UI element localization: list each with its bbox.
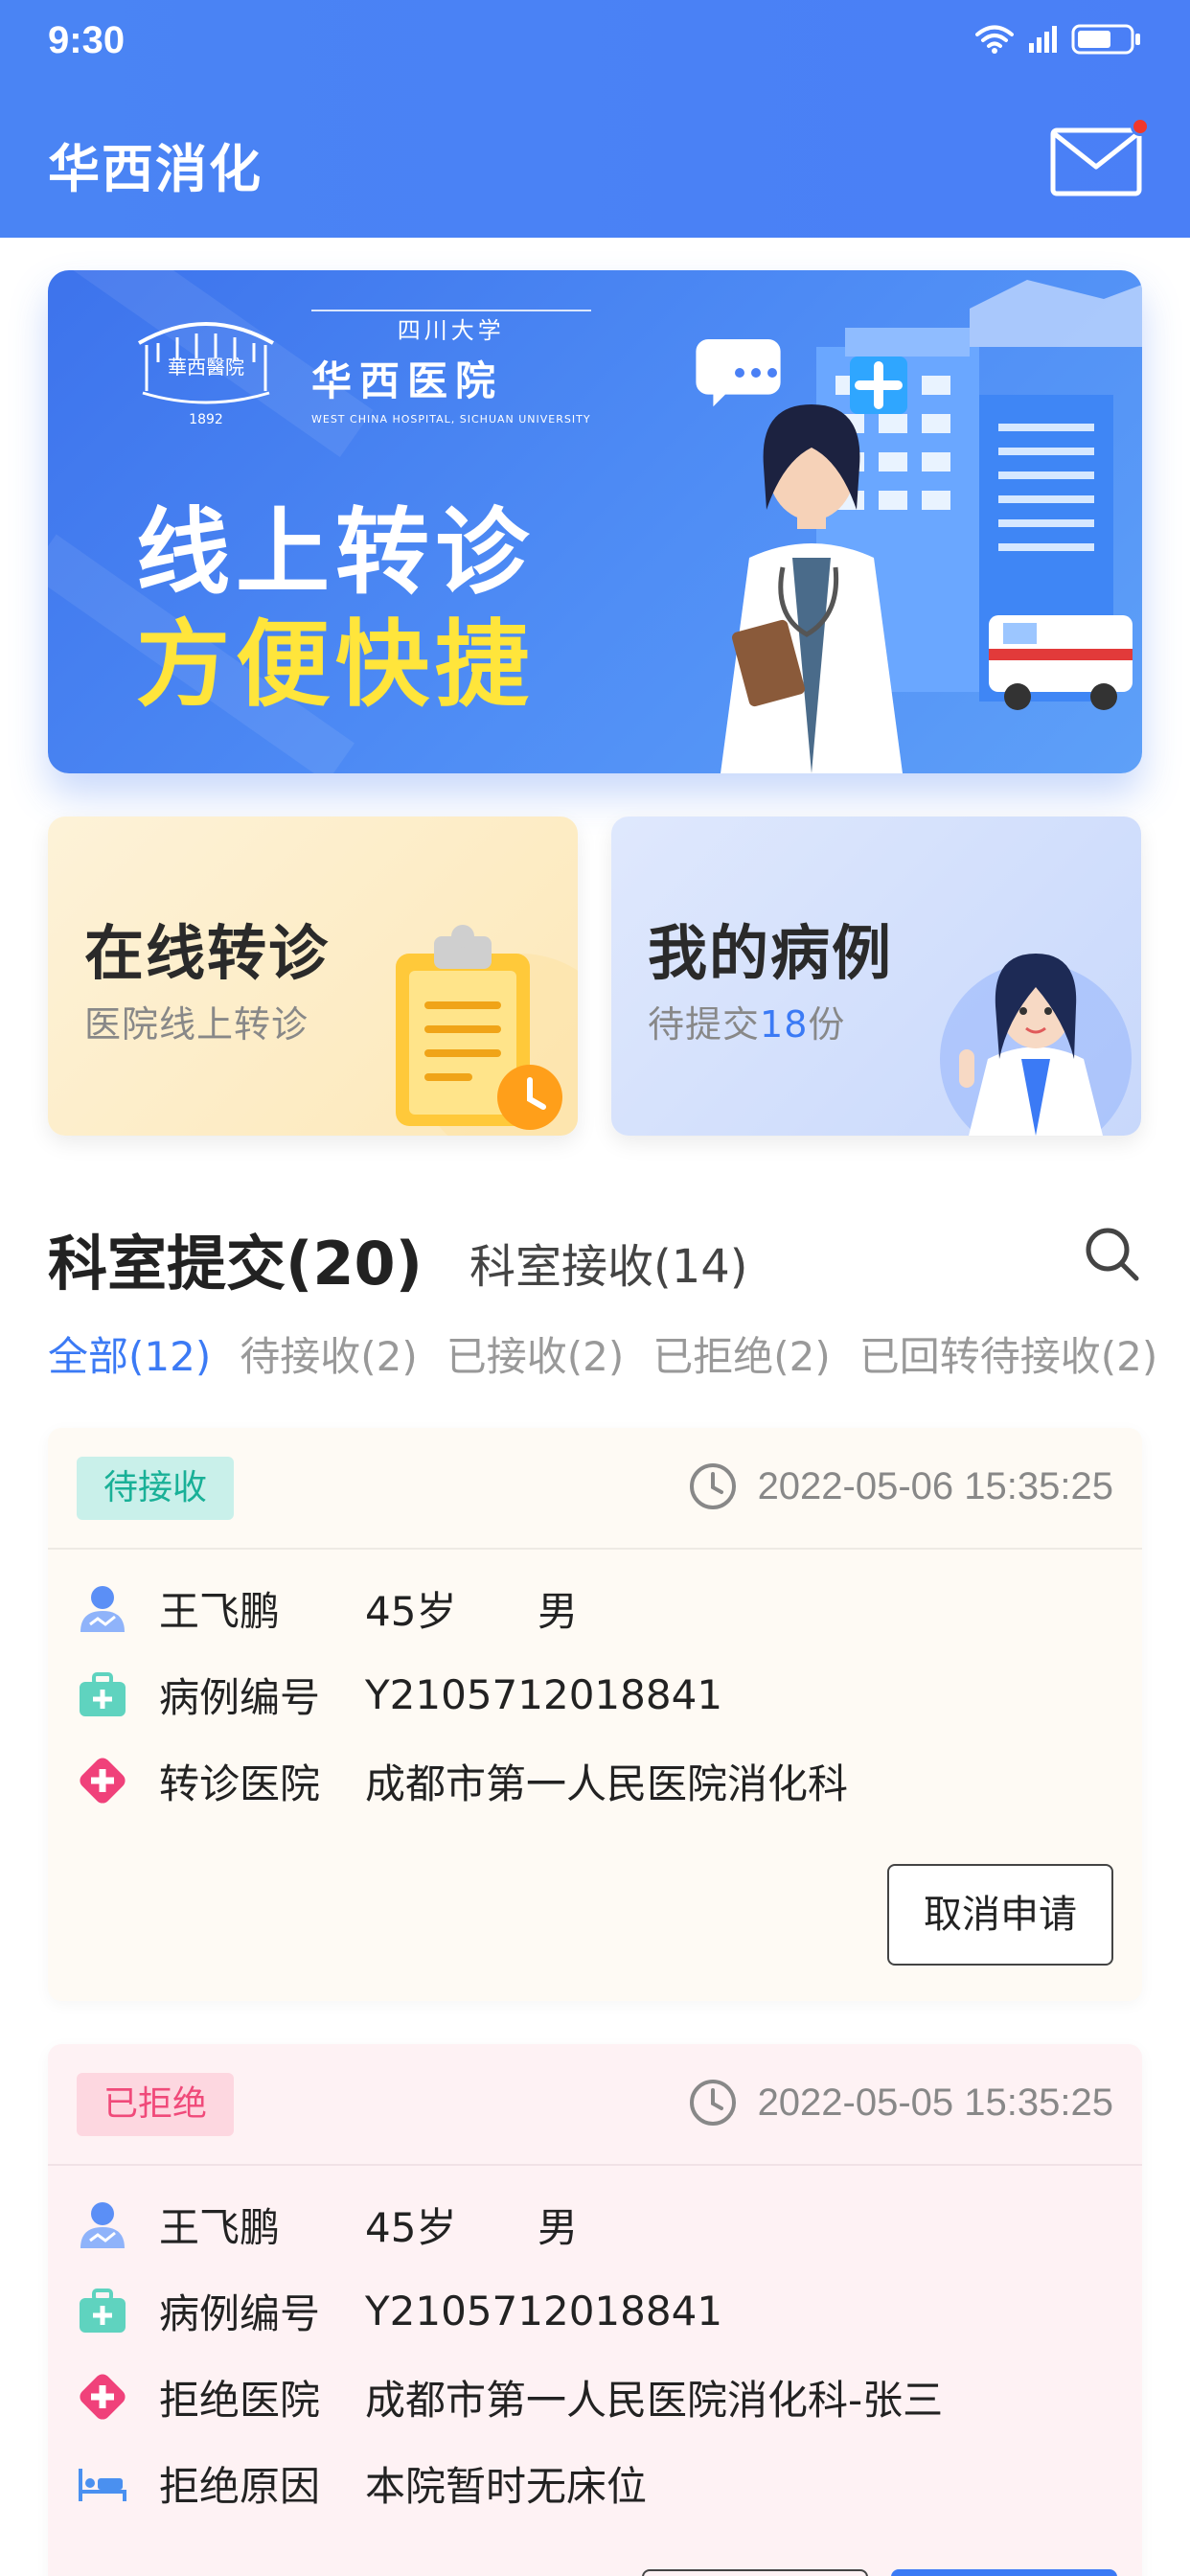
primary-action-button-partial[interactable] — [891, 2569, 1117, 2576]
rejecting-hospital-value: 成都市第一人民医院消化科-张三 — [365, 2376, 944, 2424]
app-header: 9:30 华西消化 — [0, 0, 1190, 238]
my-cases-card[interactable]: 我的病例 待提交18份 — [611, 816, 1141, 1136]
hospital-cross-icon — [80, 2374, 126, 2420]
rejection-reason-row: 拒绝原因 本院暂时无床位 — [77, 2454, 647, 2512]
my-cases-suffix: 份 — [808, 1003, 846, 1046]
referral-record[interactable]: 已拒绝 2022-05-05 15:35:25 王飞鹏 45岁 男 病例编号 Y… — [48, 2044, 1142, 2576]
svg-text:1892: 1892 — [189, 412, 223, 427]
rejection-reason-value: 本院暂时无床位 — [365, 2462, 648, 2510]
case-number-row: 病例编号 Y2105712018841 — [77, 2282, 722, 2339]
my-cases-subtitle: 待提交18份 — [648, 995, 845, 1047]
signal-icon — [1029, 26, 1057, 53]
patient-row: 王飞鹏 45岁 男 — [77, 2196, 578, 2253]
rejection-reason-label: 拒绝原因 — [159, 2462, 321, 2510]
referral-record[interactable]: 待接收 2022-05-06 15:35:25 王飞鹏 45岁 男 病例编号 Y… — [48, 1428, 1142, 2001]
case-number-value: Y2105712018841 — [365, 1670, 723, 1718]
case-number-label: 病例编号 — [159, 1673, 321, 1721]
filter-pending[interactable]: 待接收(2) — [240, 1324, 418, 1383]
user-icon — [80, 2202, 125, 2248]
record-time-text: 2022-05-05 15:35:25 — [757, 2081, 1113, 2124]
status-filters: 全部(12) 待接收(2) 已接收(2) 已拒绝(2) 已回转待接收(2) — [48, 1324, 1157, 1383]
patient-age: 45岁 — [365, 2203, 457, 2251]
banner-tagline: 方便快捷 — [136, 610, 536, 720]
promo-banner[interactable]: 華西醫院 1892 四川大学 华西医院 WEST CHINA HOSPITAL,… — [48, 270, 1142, 773]
user-icon — [80, 1586, 125, 1632]
unread-dot — [1131, 117, 1150, 136]
tab-department-received[interactable]: 科室接收(14) — [469, 1229, 748, 1296]
logo-university: 四川大学 — [311, 309, 591, 345]
record-time-text: 2022-05-06 15:35:25 — [757, 1464, 1113, 1507]
record-time: 2022-05-06 15:35:25 — [689, 1462, 1113, 1510]
clock-icon — [689, 2080, 736, 2126]
cancel-application-button[interactable]: 取消申请 — [887, 1864, 1113, 1966]
rejecting-hospital-row: 拒绝医院 成都市第一人民医院消化科-张三 — [77, 2368, 943, 2426]
filter-returned-pending[interactable]: 已回转待接收(2) — [859, 1324, 1158, 1383]
tab-department-submitted[interactable]: 科室提交(20) — [48, 1215, 423, 1301]
online-referral-title: 在线转诊 — [84, 918, 331, 988]
hospital-logo: 華西醫院 1892 四川大学 华西医院 WEST CHINA HOSPITAL,… — [129, 305, 591, 429]
my-cases-count: 18 — [760, 1003, 809, 1046]
rejecting-hospital-label: 拒绝医院 — [159, 2376, 321, 2424]
status-time: 9:30 — [48, 19, 126, 61]
referral-hospital-row: 转诊医院 成都市第一人民医院消化科 — [77, 1752, 848, 1809]
status-bar: 9:30 — [0, 0, 1190, 86]
my-cases-title: 我的病例 — [648, 918, 894, 988]
case-number-value: Y2105712018841 — [365, 2287, 723, 2334]
patient-age: 45岁 — [365, 1587, 457, 1635]
clipboard-icon — [396, 925, 578, 1136]
patient-gender: 男 — [538, 1587, 579, 1635]
logo-text: 四川大学 华西医院 WEST CHINA HOSPITAL, SICHUAN U… — [311, 309, 591, 426]
mail-icon — [1050, 127, 1142, 196]
logo-english: WEST CHINA HOSPITAL, SICHUAN UNIVERSITY — [311, 412, 591, 426]
record-header: 待接收 2022-05-06 15:35:25 — [48, 1428, 1142, 1550]
search-icon[interactable] — [1081, 1223, 1142, 1284]
referral-hospital-value: 成都市第一人民医院消化科 — [365, 1760, 849, 1807]
status-badge: 待接收 — [77, 1457, 235, 1520]
clock-icon — [689, 1463, 736, 1509]
record-time: 2022-05-05 15:35:25 — [689, 2079, 1113, 2127]
online-referral-subtitle: 医院线上转诊 — [84, 1003, 309, 1046]
app-title: 华西消化 — [48, 139, 263, 199]
case-number-row: 病例编号 Y2105712018841 — [77, 1666, 722, 1723]
hospital-seal-icon: 華西醫院 1892 — [138, 322, 274, 427]
status-icons — [975, 23, 1142, 56]
case-number-label: 病例编号 — [159, 2289, 321, 2337]
logo-name: 华西医院 — [311, 356, 504, 404]
referral-tabs: 科室提交(20) 科室接收(14) — [48, 1215, 1142, 1299]
filter-accepted[interactable]: 已接收(2) — [446, 1324, 625, 1383]
my-cases-prefix: 待提交 — [648, 1003, 761, 1046]
bed-icon — [79, 2469, 126, 2501]
medical-kit-icon — [80, 1672, 126, 1716]
mail-button[interactable] — [1050, 117, 1150, 197]
filter-rejected[interactable]: 已拒绝(2) — [652, 1324, 831, 1383]
wifi-icon — [975, 25, 1014, 54]
patient-name: 王飞鹏 — [159, 1587, 281, 1635]
referral-hospital-label: 转诊医院 — [159, 1760, 321, 1807]
medical-kit-icon — [80, 2288, 126, 2333]
hospital-cross-icon — [80, 1758, 126, 1804]
doctor-avatar-icon — [940, 954, 1132, 1136]
patient-name: 王飞鹏 — [159, 2203, 281, 2251]
doctor-illustration — [696, 280, 1142, 773]
action-button-partial[interactable] — [642, 2569, 868, 2576]
svg-text:華西醫院: 華西醫院 — [168, 356, 244, 379]
battery-icon — [1071, 24, 1140, 55]
status-badge: 已拒绝 — [77, 2073, 235, 2136]
online-referral-card[interactable]: 在线转诊 医院线上转诊 — [48, 816, 578, 1136]
patient-row: 王飞鹏 45岁 男 — [77, 1579, 578, 1637]
filter-all[interactable]: 全部(12) — [48, 1324, 211, 1383]
record-header: 已拒绝 2022-05-05 15:35:25 — [48, 2044, 1142, 2166]
patient-gender: 男 — [538, 2203, 579, 2251]
